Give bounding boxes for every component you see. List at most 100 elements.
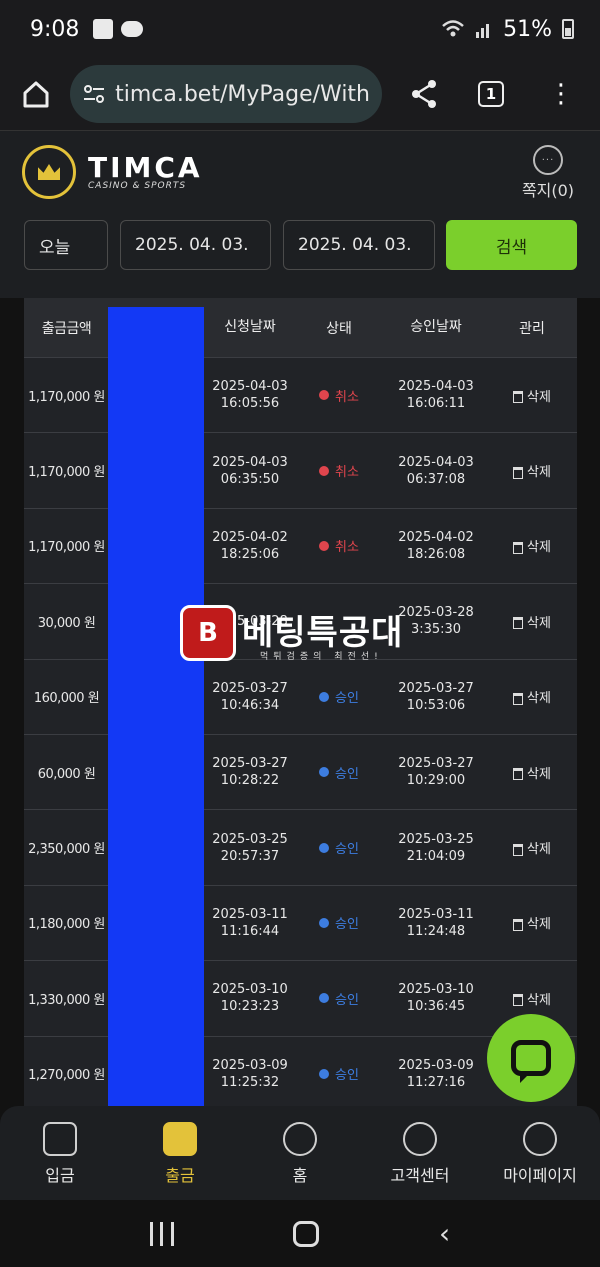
status-cell: 승인: [293, 1064, 385, 1083]
search-button[interactable]: 검색: [446, 220, 577, 270]
home-icon: [23, 81, 49, 108]
logo-emblem[interactable]: [22, 145, 76, 199]
delete-button[interactable]: 삭제: [487, 763, 577, 782]
request-date-cell: 2025-03-10 10:23:23: [207, 981, 293, 1015]
trash-icon: [513, 843, 524, 856]
logo-subtitle: CASINO & SPORTS: [88, 181, 187, 191]
amount-cell: 1,170,000 원: [28, 465, 105, 481]
status-text: 승인: [335, 842, 359, 858]
request-time: 18:25:06: [220, 546, 280, 562]
trash-icon: [513, 918, 524, 931]
approval-date-cell: 2025-04-03 16:06:11: [385, 378, 487, 412]
amount-cell: 1,180,000 원: [28, 917, 105, 933]
status-text: 승인: [335, 917, 359, 933]
delete-label: 삭제: [527, 766, 551, 782]
more-options-icon[interactable]: ⋮: [548, 81, 574, 107]
delete-button[interactable]: 삭제: [487, 913, 577, 932]
amount-cell: 30,000 원: [37, 615, 96, 631]
nav-label: 홈: [292, 1166, 308, 1185]
col-status: 상태: [326, 320, 352, 337]
browser-home-button[interactable]: [18, 76, 54, 112]
watermark-badge: B: [180, 605, 236, 661]
delete-button[interactable]: 삭제: [487, 838, 577, 857]
messages-button[interactable]: ··· 쪽지(0): [518, 145, 578, 201]
request-time: 10:23:23: [220, 999, 280, 1015]
gallery-icon: [93, 19, 114, 39]
delete-button[interactable]: 삭제: [487, 612, 577, 631]
message-bubble-icon: ···: [533, 145, 563, 175]
share-icon[interactable]: [406, 76, 442, 112]
table-row: 160,000 원 2025-03-27 10:46:34 승인 2025-03-27 1…: [24, 658, 577, 734]
recents-button[interactable]: [149, 1221, 174, 1246]
nav-label: 입금: [45, 1166, 75, 1185]
period-select[interactable]: 오늘: [24, 220, 108, 270]
approval-date: 2025-03-09: [398, 1057, 474, 1073]
request-date: 2025-03-27: [212, 680, 288, 696]
amount-cell: 1,330,000 원: [28, 992, 105, 1008]
delete-label: 삭제: [527, 842, 551, 858]
delete-button[interactable]: 삭제: [487, 536, 577, 555]
date-to-input[interactable]: 2025. 04. 03.: [283, 220, 435, 270]
table-row: 1,170,000 원 2025-04-03 16:05:56 취소 2025-04-0…: [24, 357, 577, 432]
trash-icon: [513, 768, 524, 781]
amount-cell: 2,350,000 원: [28, 842, 105, 858]
status-dot-icon: [319, 993, 330, 1004]
user-icon: [523, 1122, 557, 1156]
bottom-navigation: 입금 출금 홈 고객센터 마이페이지: [0, 1106, 600, 1200]
approval-time: 11:24:48: [406, 923, 466, 939]
table-header: 출금금액 신청날짜 상태 승인날짜 관리: [24, 298, 577, 357]
table-row: 1,330,000 원 2025-03-10 10:23:23 승인 2025-03-1…: [24, 960, 577, 1035]
status-cell: 승인: [293, 913, 385, 932]
request-date-cell: 2025-03-11 11:16:44: [207, 906, 293, 940]
delete-button[interactable]: 삭제: [487, 461, 577, 480]
delete-button[interactable]: 삭제: [487, 687, 577, 706]
system-home-button[interactable]: [293, 1220, 320, 1247]
delete-label: 삭제: [527, 615, 551, 631]
approval-date-cell: 2025-04-02 18:26:08: [385, 529, 487, 563]
approval-time: 11:27:16: [406, 1074, 466, 1090]
withdraw-icon: [163, 1122, 197, 1156]
request-time: 10:28:22: [220, 773, 280, 789]
delete-button[interactable]: 삭제: [487, 386, 577, 405]
logo-text[interactable]: TIMCA: [88, 151, 203, 184]
request-date: 2025-04-03: [212, 454, 288, 470]
table-row: 2,350,000 원 2025-03-25 20:57:37 승인 2025-03-2…: [24, 809, 577, 884]
status-cell: 승인: [293, 687, 385, 706]
approval-date: 2025-03-10: [398, 982, 474, 998]
site-settings-icon[interactable]: [82, 82, 105, 106]
nav-home[interactable]: 홈: [240, 1106, 360, 1200]
status-dot-icon: [319, 540, 330, 551]
request-time: 20:57:37: [220, 848, 280, 864]
approval-date: 2025-03-11: [398, 906, 474, 922]
watermark-title: 베팅특공대: [242, 613, 404, 653]
tab-switcher-button[interactable]: 1: [478, 81, 504, 107]
nav-withdraw[interactable]: 출금: [120, 1106, 240, 1200]
approval-date-cell: 2025-03-27 10:29:00: [385, 755, 487, 789]
request-date-cell: 2025-03-25 20:57:37: [207, 831, 293, 865]
url-text: timca.bet/MyPage/With: [115, 81, 370, 107]
address-bar[interactable]: timca.bet/MyPage/With: [70, 65, 382, 123]
table-body: 1,170,000 원 2025-04-03 16:05:56 취소 2025-04-0…: [24, 357, 577, 1106]
delete-label: 삭제: [527, 389, 551, 405]
status-text: 취소: [335, 540, 359, 556]
delete-button[interactable]: 삭제: [487, 989, 577, 1008]
date-from-input[interactable]: 2025. 04. 03.: [120, 220, 271, 270]
live-chat-button[interactable]: [487, 1014, 575, 1102]
request-time: 10:46:34: [220, 697, 280, 713]
system-navigation: ‹: [0, 1200, 600, 1267]
amount-cell: 1,270,000 원: [28, 1068, 105, 1084]
request-date-cell: 2025-03-09 11:25:32: [207, 1057, 293, 1091]
status-dot-icon: [319, 390, 330, 401]
status-time: 9:08: [30, 16, 80, 42]
status-text: 승인: [335, 691, 359, 707]
nav-mypage[interactable]: 마이페이지: [480, 1106, 600, 1200]
delete-label: 삭제: [527, 691, 551, 707]
nav-label: 출금: [165, 1166, 195, 1185]
amount-cell: 1,170,000 원: [28, 389, 105, 405]
cloud-icon: [121, 21, 144, 37]
trash-icon: [513, 994, 524, 1007]
nav-deposit[interactable]: 입금: [0, 1106, 120, 1200]
nav-support[interactable]: 고객센터: [360, 1106, 480, 1200]
back-button[interactable]: ‹: [439, 1217, 450, 1250]
approval-time: 18:26:08: [406, 546, 466, 562]
